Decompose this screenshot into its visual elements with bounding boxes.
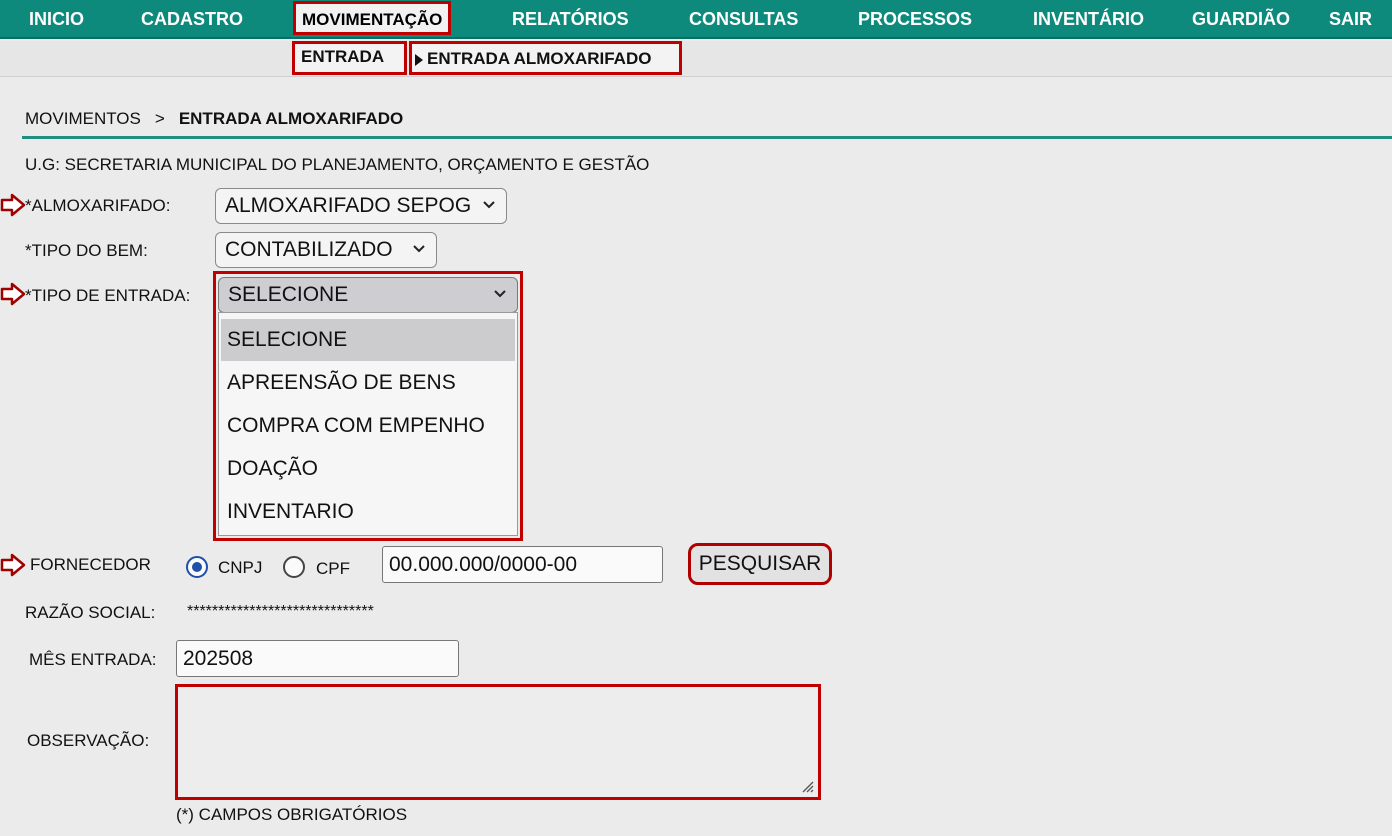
observacao-label: OBSERVAÇÃO: [27, 731, 150, 750]
breadcrumb-separator: > [154, 109, 165, 128]
nav-movimentacao[interactable]: MOVIMENTAÇÃO [293, 1, 452, 35]
cpf-label: CPF [316, 559, 350, 578]
observacao-textarea[interactable] [175, 684, 821, 800]
nav-processos[interactable]: PROCESSOS [858, 0, 972, 39]
arrow-right-icon [0, 193, 26, 217]
arrow-right-icon [0, 282, 26, 306]
ug-label: U.G: SECRETARIA MUNICIPAL DO PLANEJAMENT… [25, 155, 650, 174]
tipo-entrada-dropdown: SELECIONE APREENSÃO DE BENS COMPRA COM E… [218, 312, 518, 536]
submenu-entrada[interactable]: ENTRADA [292, 41, 407, 75]
tipo-bem-label: *TIPO DO BEM: [25, 241, 148, 260]
dropdown-option[interactable]: APREENSÃO DE BENS [221, 362, 515, 404]
tipo-bem-value: CONTABILIZADO [225, 238, 393, 261]
chevron-down-icon [493, 278, 507, 312]
cnpj-radio[interactable] [186, 556, 208, 578]
arrow-right-icon [0, 553, 26, 577]
nav-consultas[interactable]: CONSULTAS [689, 0, 798, 39]
resize-grip-icon[interactable] [800, 779, 814, 793]
breadcrumb: MOVIMENTOS > ENTRADA ALMOXARIFADO [25, 109, 403, 129]
nav-inventario[interactable]: INVENTÁRIO [1033, 0, 1144, 39]
pesquisar-button[interactable]: PESQUISAR [688, 543, 832, 585]
razao-social-value: ****************************** [187, 603, 374, 620]
nav-inicio[interactable]: INICIO [29, 0, 84, 39]
almoxarifado-value: ALMOXARIFADO SEPOG [225, 194, 472, 217]
dropdown-option[interactable]: SELECIONE [221, 319, 515, 361]
caret-right-icon [415, 54, 423, 66]
cnpj-label: CNPJ [218, 558, 263, 577]
mes-entrada-label: MÊS ENTRADA: [29, 650, 157, 669]
cpf-radio[interactable] [283, 556, 305, 578]
dropdown-option[interactable]: COMPRA COM EMPENHO [221, 405, 515, 447]
nav-relatorios[interactable]: RELATÓRIOS [512, 0, 629, 39]
nav-sair[interactable]: SAIR [1329, 0, 1372, 39]
tipo-entrada-value: SELECIONE [228, 283, 349, 306]
chevron-down-icon [412, 233, 426, 267]
chevron-down-icon [482, 189, 496, 223]
fornecedor-label: FORNECEDOR [30, 555, 151, 574]
almoxarifado-select[interactable]: ALMOXARIFADO SEPOG [215, 188, 507, 224]
dropdown-option[interactable]: DOAÇÃO [221, 448, 515, 490]
breadcrumb-divider [22, 136, 1392, 139]
tipo-entrada-label: *TIPO DE ENTRADA: [25, 286, 191, 305]
breadcrumb-current: ENTRADA ALMOXARIFADO [178, 109, 404, 128]
razao-social-label: RAZÃO SOCIAL: [25, 603, 156, 622]
top-nav: INICIO CADASTRO MOVIMENTAÇÃO RELATÓRIOS … [0, 0, 1392, 39]
submenu-entrada-almoxarifado-label: ENTRADA ALMOXARIFADO [427, 49, 652, 68]
submenu-entrada-almoxarifado[interactable]: ENTRADA ALMOXARIFADO [409, 41, 682, 75]
mes-entrada-input[interactable]: 202508 [176, 640, 459, 677]
almoxarifado-label: *ALMOXARIFADO: [25, 196, 171, 215]
tipo-entrada-select[interactable]: SELECIONE [218, 277, 518, 313]
breadcrumb-root[interactable]: MOVIMENTOS [25, 109, 141, 128]
nav-guardiao[interactable]: GUARDIÃO [1192, 0, 1290, 39]
dropdown-option[interactable]: INVENTARIO [221, 491, 515, 533]
nav-cadastro[interactable]: CADASTRO [141, 0, 243, 39]
document-input[interactable]: 00.000.000/0000-00 [382, 546, 663, 583]
required-fields-note: (*) CAMPOS OBRIGATÓRIOS [176, 805, 408, 824]
submenu-bar [0, 41, 1392, 77]
tipo-bem-select[interactable]: CONTABILIZADO [215, 232, 437, 268]
